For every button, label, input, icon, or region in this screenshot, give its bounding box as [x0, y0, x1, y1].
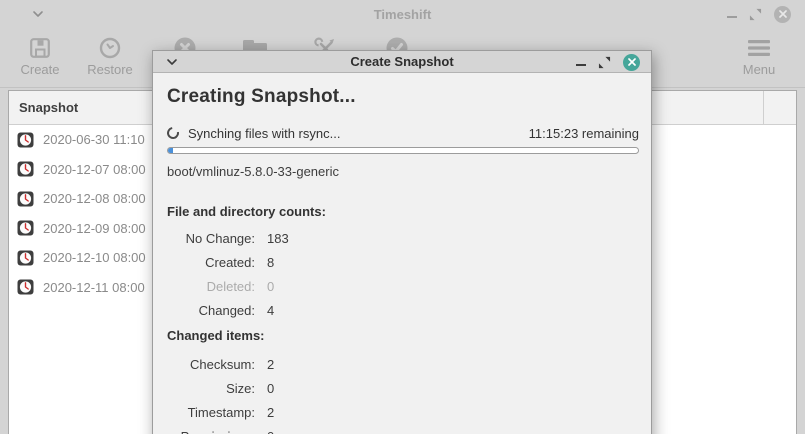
changed-label: Permissions:	[167, 429, 255, 434]
changed-row-checksum: Checksum: 2	[167, 352, 639, 376]
main-window-controls	[727, 0, 791, 28]
window-title: Timeshift	[0, 7, 805, 22]
count-row-deleted: Deleted: 0	[167, 274, 639, 298]
changed-label: Checksum:	[167, 357, 255, 372]
progress-bar	[167, 147, 639, 154]
count-value: 0	[267, 279, 274, 294]
count-value: 183	[267, 231, 289, 246]
snapshot-clock-icon	[17, 161, 34, 177]
minimize-icon[interactable]	[727, 16, 737, 18]
column-separator	[763, 91, 764, 125]
spinner-icon	[165, 125, 182, 142]
changed-row-timestamp: Timestamp: 2	[167, 400, 639, 424]
changed-items-list: Checksum: 2 Size: 0 Timestamp: 2 Permiss…	[167, 352, 639, 434]
count-label: Changed:	[167, 303, 255, 318]
snapshot-column-label: Snapshot	[19, 100, 78, 115]
changed-label: Timestamp:	[167, 405, 255, 420]
create-label: Create	[20, 62, 59, 77]
hamburger-menu-icon	[747, 35, 771, 61]
dialog-window-controls	[576, 51, 640, 73]
progress-fill	[168, 148, 173, 153]
restore-label: Restore	[87, 62, 133, 77]
snapshot-date: 2020-12-07 08:00	[43, 162, 146, 177]
changed-value: 2	[267, 357, 274, 372]
changed-row-permissions: Permissions: 0	[167, 424, 639, 434]
dialog-content: Creating Snapshot... Synching files with…	[153, 73, 651, 434]
snapshot-clock-icon	[17, 250, 34, 266]
changed-value: 2	[267, 405, 274, 420]
dialog-close-button[interactable]	[623, 54, 640, 71]
count-row-changed: Changed: 4	[167, 298, 639, 322]
create-snapshot-button[interactable]: Create	[5, 28, 75, 88]
dialog-maximize-icon[interactable]	[598, 56, 611, 69]
snapshot-date: 2020-12-09 08:00	[43, 221, 146, 236]
status-label: Synching files with rsync...	[188, 126, 529, 141]
count-row-created: Created: 8	[167, 250, 639, 274]
current-file-path: boot/vmlinuz-5.8.0-33-generic	[167, 164, 639, 180]
menu-label: Menu	[743, 62, 776, 77]
snapshot-clock-icon	[17, 191, 34, 207]
count-value: 4	[267, 303, 274, 318]
main-titlebar: Timeshift	[0, 0, 805, 28]
changed-value: 0	[267, 429, 274, 434]
maximize-icon[interactable]	[749, 8, 762, 21]
create-snapshot-dialog: Create Snapshot Creating Snapshot... Syn…	[152, 50, 652, 434]
dialog-titlebar: Create Snapshot	[153, 51, 651, 73]
count-row-no-change: No Change: 183	[167, 226, 639, 250]
snapshot-date: 2020-12-08 08:00	[43, 191, 146, 206]
time-remaining: 11:15:23 remaining	[529, 126, 639, 141]
restore-clock-icon	[98, 35, 122, 61]
snapshot-date: 2020-12-11 08:00	[43, 280, 145, 295]
snapshot-date: 2020-12-10 08:00	[43, 250, 146, 265]
dialog-heading: Creating Snapshot...	[167, 86, 639, 108]
snapshot-clock-icon	[17, 279, 34, 295]
snapshot-clock-icon	[17, 220, 34, 236]
status-row: Synching files with rsync... 11:15:23 re…	[167, 125, 639, 141]
counts-heading: File and directory counts:	[167, 204, 639, 220]
floppy-save-icon	[28, 35, 52, 61]
count-label: Deleted:	[167, 279, 255, 294]
close-icon[interactable]	[774, 6, 791, 23]
snapshot-clock-icon	[17, 132, 34, 148]
changed-items-heading: Changed items:	[167, 328, 639, 344]
counts-list: No Change: 183 Created: 8 Deleted: 0 Cha…	[167, 226, 639, 322]
changed-row-size: Size: 0	[167, 376, 639, 400]
menu-button[interactable]: Menu	[724, 28, 794, 88]
dialog-minimize-icon[interactable]	[576, 64, 586, 66]
count-label: No Change:	[167, 231, 255, 246]
snapshot-date: 2020-06-30 11:10	[43, 132, 145, 147]
changed-value: 0	[267, 381, 274, 396]
count-value: 8	[267, 255, 274, 270]
changed-label: Size:	[167, 381, 255, 396]
restore-snapshot-button[interactable]: Restore	[75, 28, 145, 88]
count-label: Created:	[167, 255, 255, 270]
